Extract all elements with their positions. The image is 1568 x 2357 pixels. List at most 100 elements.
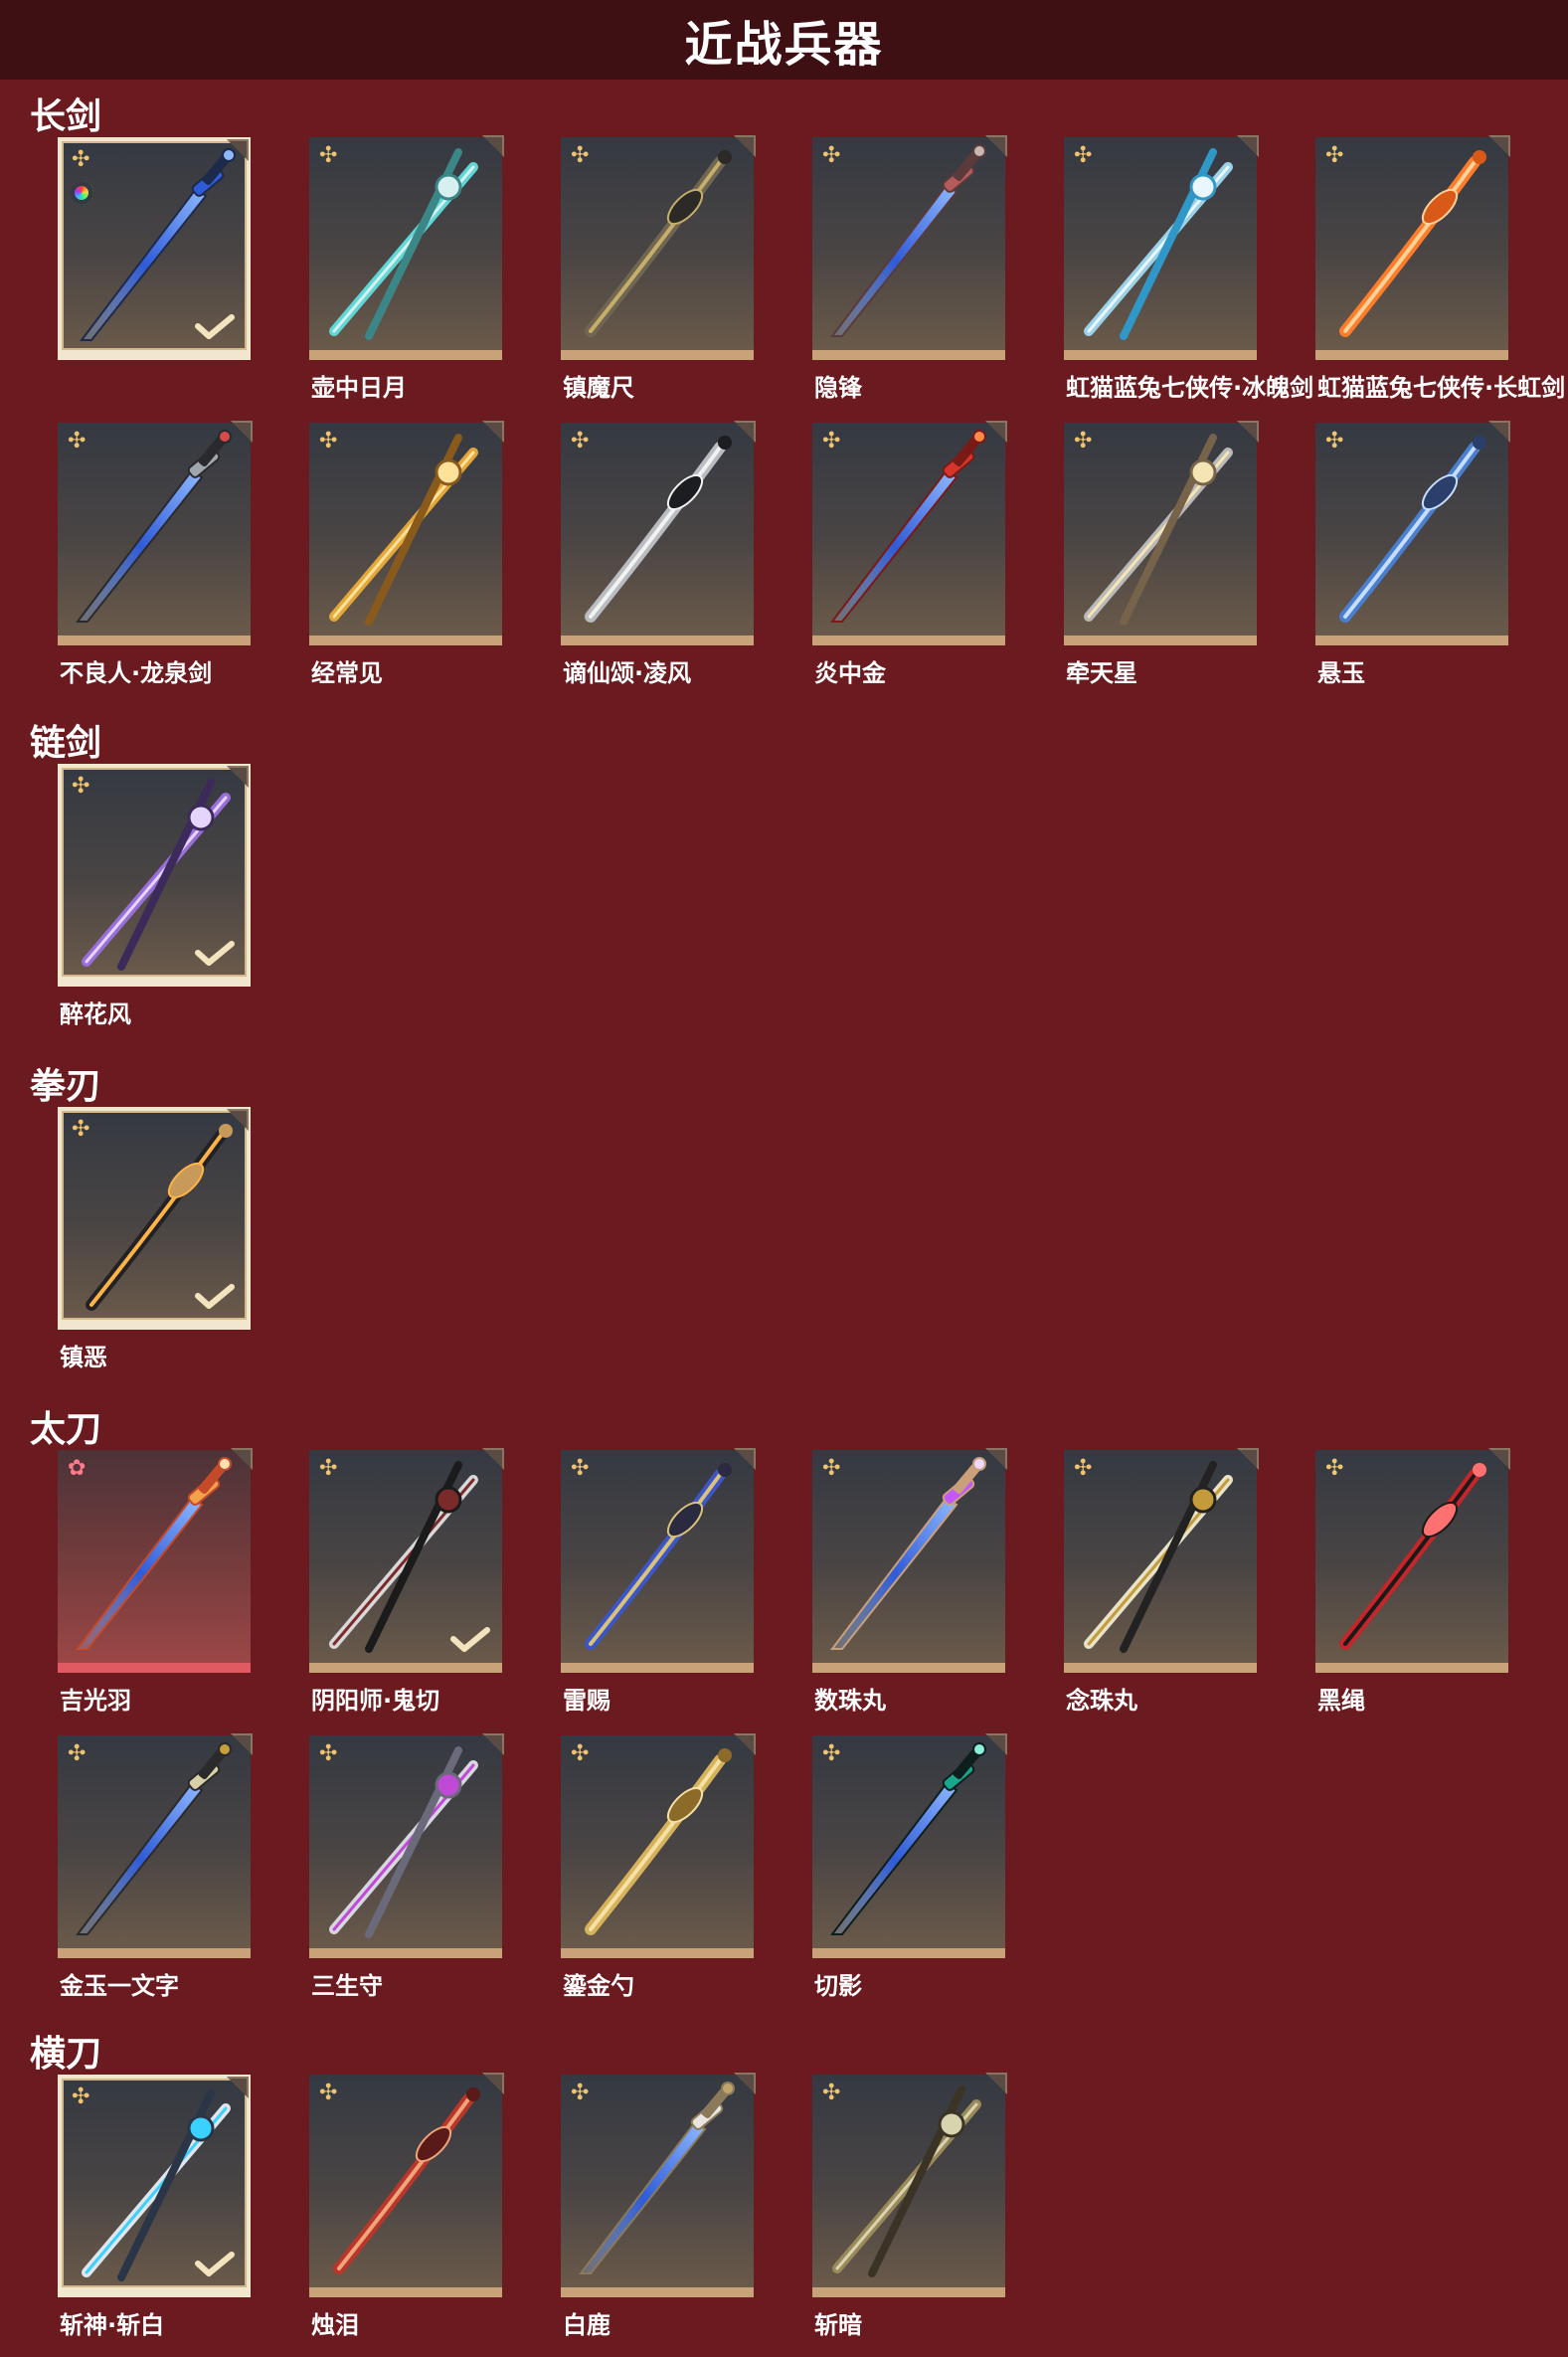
weapon-tile[interactable]: ✣ (561, 1733, 756, 1958)
owned-check-icon (195, 941, 235, 966)
weapon-image (829, 1742, 986, 1935)
weapon-name: 斩暗 (814, 2311, 862, 2339)
owned-check-icon (195, 1284, 235, 1309)
weapon-name: 念珠丸 (1066, 1687, 1137, 1715)
rarity-icon: ✣ (68, 1741, 87, 1766)
weapon-image (829, 1457, 986, 1650)
weapon-tile[interactable]: ✣ (561, 2073, 756, 2297)
weapon-tile[interactable]: ✣ (58, 1107, 251, 1330)
weapon-image (578, 2082, 735, 2274)
weapon-card[interactable]: ✣ (58, 137, 251, 360)
weapon-tile[interactable]: ✣ (1315, 135, 1510, 360)
weapon-image (329, 434, 478, 626)
weapon-card[interactable]: ✣ 谪仙颂·凌风 (561, 421, 756, 687)
weapon-card[interactable]: ✣ 斩神·斩白 (58, 2075, 251, 2339)
weapon-tile[interactable]: ✣ (58, 421, 253, 645)
weapon-tile[interactable]: ✣ (812, 421, 1007, 645)
rarity-icon: ✣ (72, 2085, 90, 2109)
weapon-image (585, 1748, 732, 1935)
weapon-name: 不良人·龙泉剑 (60, 659, 213, 687)
weapon-tile[interactable]: ✣ (58, 1733, 253, 1958)
weapon-name: 烛泪 (311, 2311, 359, 2339)
rarity-icon: ✣ (319, 1456, 338, 1481)
weapon-tile[interactable]: ✣ (812, 2073, 1007, 2297)
weapon-tile[interactable]: ✣ (58, 137, 251, 360)
weapon-tile[interactable]: ✣ (1064, 135, 1259, 360)
weapon-tile[interactable]: ✣ (309, 135, 504, 360)
rarity-icon: ✣ (1074, 143, 1093, 168)
weapon-card[interactable]: ✣ 镇魔尺 (561, 135, 756, 402)
weapon-card[interactable]: ✣ 切影 (812, 1733, 1007, 2000)
weapon-card[interactable]: ✣ 虹猫蓝兔七侠传·长虹剑 (1315, 135, 1565, 402)
weapon-name: 虹猫蓝兔七侠传·冰魄剑 (1066, 374, 1314, 402)
section-title: 长剑 (30, 96, 102, 137)
weapon-card[interactable]: ✣ 牵天星 (1064, 421, 1259, 687)
weapon-tile[interactable]: ✣ (58, 2075, 251, 2297)
rarity-icon: ✣ (822, 429, 841, 453)
weapon-tile[interactable]: ✣ (561, 421, 756, 645)
weapon-tile[interactable]: ✣ (1315, 1448, 1510, 1673)
weapon-name: 阴阳师·鬼切 (311, 1687, 440, 1715)
weapon-card[interactable]: ✣ 壶中日月 (309, 135, 504, 402)
owned-check-icon (195, 2252, 235, 2276)
weapon-card[interactable]: ✣ 镇恶 (58, 1107, 251, 1371)
weapon-card[interactable]: ✣ 数珠丸 (812, 1448, 1007, 1715)
weapon-image (75, 1742, 232, 1935)
weapon-name: 吉光羽 (60, 1687, 131, 1715)
weapon-card[interactable]: ✣ 三生守 (309, 1733, 504, 2000)
weapon-card[interactable]: ✣ 白鹿 (561, 2073, 756, 2339)
weapon-tile[interactable]: ✣ (812, 135, 1007, 360)
rarity-icon: ✣ (571, 2081, 590, 2105)
weapon-card[interactable]: ✣ 不良人·龙泉剑 (58, 421, 253, 687)
rarity-icon: ✣ (571, 1741, 590, 1766)
weapon-tile[interactable]: ✣ (309, 1733, 504, 1958)
weapon-tile[interactable]: ✣ (1064, 1448, 1259, 1673)
rarity-icon: ✣ (1325, 1456, 1344, 1481)
weapon-card[interactable]: ✣ 黑绳 (1315, 1448, 1510, 1715)
weapon-image (585, 436, 732, 623)
weapon-card[interactable]: ✣ 斩暗 (812, 2073, 1007, 2339)
weapon-tile[interactable]: ✣ (812, 1448, 1007, 1673)
weapon-tile[interactable]: ✣ (58, 764, 251, 987)
weapon-card[interactable]: ✣ 鎏金勺 (561, 1733, 756, 2000)
weapon-tile[interactable]: ✿ (58, 1448, 253, 1673)
weapon-card[interactable]: ✣ 隐锋 (812, 135, 1007, 402)
rarity-icon: ✣ (571, 1456, 590, 1481)
weapon-tile[interactable]: ✣ (812, 1733, 1007, 1958)
weapon-card[interactable]: ✣ 念珠丸 (1064, 1448, 1259, 1715)
weapon-name: 牵天星 (1066, 659, 1137, 687)
rarity-icon: ✿ (68, 1456, 87, 1481)
weapon-image (333, 2087, 480, 2274)
weapon-card[interactable]: ✣ 醉花风 (58, 764, 251, 1028)
owned-check-icon (195, 314, 235, 339)
weapon-tile[interactable]: ✣ (561, 1448, 756, 1673)
weapon-card[interactable]: ✣ 经常见 (309, 421, 504, 687)
weapon-card[interactable]: ✿ 吉光羽 (58, 1448, 253, 1715)
section-title: 太刀 (30, 1409, 102, 1450)
weapon-image (1084, 148, 1233, 340)
weapon-image (329, 1746, 478, 1938)
weapon-card[interactable]: ✣ 金玉一文字 (58, 1733, 253, 2000)
rarity-icon: ✣ (571, 143, 590, 168)
weapon-name: 隐锋 (814, 374, 862, 402)
weapon-name: 壶中日月 (311, 374, 407, 402)
weapon-card[interactable]: ✣ 虹猫蓝兔七侠传·冰魄剑 (1064, 135, 1313, 402)
owned-check-icon (450, 1627, 490, 1652)
weapon-tile[interactable]: ✣ (1064, 421, 1259, 645)
weapon-card[interactable]: ✣ 悬玉 (1315, 421, 1510, 687)
weapon-image (329, 148, 478, 340)
weapon-name: 金玉一文字 (60, 1972, 179, 2000)
weapon-name: 虹猫蓝兔七侠传·长虹剑 (1317, 374, 1566, 402)
weapon-card[interactable]: ✣ 阴阳师·鬼切 (309, 1448, 504, 1715)
weapon-card[interactable]: ✣ 炎中金 (812, 421, 1007, 687)
weapon-tile[interactable]: ✣ (309, 421, 504, 645)
weapon-tile[interactable]: ✣ (309, 1448, 504, 1673)
weapon-card[interactable]: ✣ 烛泪 (309, 2073, 504, 2339)
rarity-icon: ✣ (571, 429, 590, 453)
weapon-card[interactable]: ✣ 雷赐 (561, 1448, 756, 1715)
weapon-tile[interactable]: ✣ (1315, 421, 1510, 645)
weapon-tile[interactable]: ✣ (309, 2073, 504, 2297)
weapon-tile[interactable]: ✣ (561, 135, 756, 360)
weapon-image (1084, 434, 1233, 626)
rarity-icon: ✣ (72, 1117, 90, 1142)
